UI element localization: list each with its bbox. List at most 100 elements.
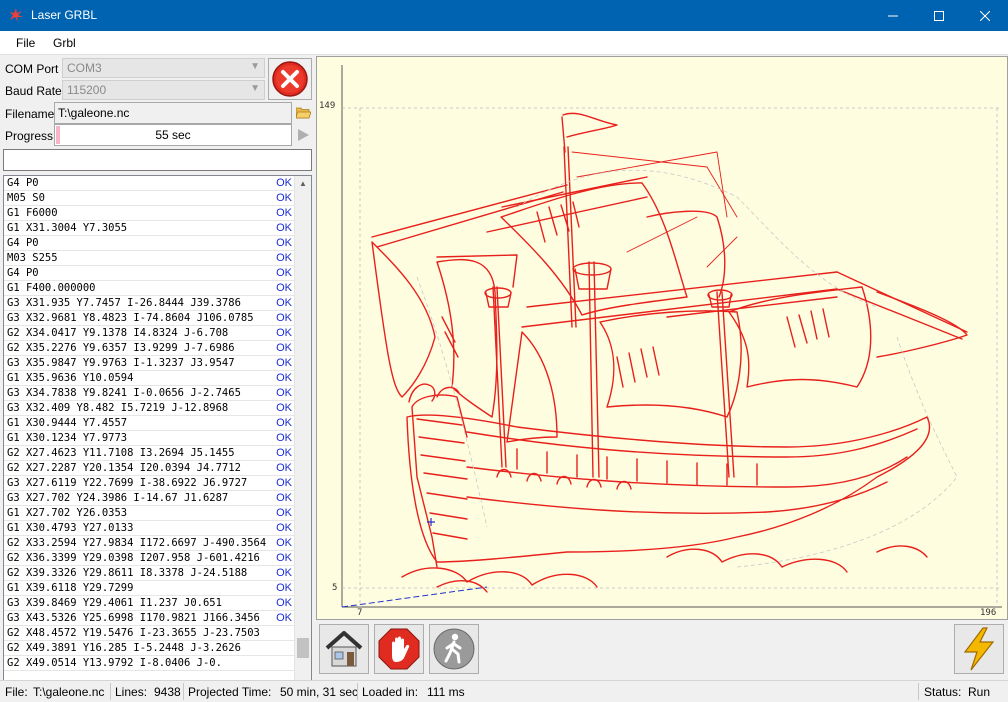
log-command: G3 X32.9681 Y8.4823 I-74.8604 J106.0785 <box>7 312 254 324</box>
log-command: G1 F400.000000 <box>7 282 96 294</box>
log-command: G2 X36.3399 Y29.0398 I207.958 J-601.4216 <box>7 552 260 564</box>
log-row: G1 X31.3004 Y7.3055 OK <box>4 221 294 236</box>
close-icon <box>980 10 990 21</box>
log-row: G2 X49.0514 Y13.9792 I-8.0406 J-0. <box>4 656 294 671</box>
disconnect-button[interactable] <box>268 58 312 100</box>
filename-value: T:\galeone.nc <box>58 106 130 120</box>
log-row: G3 X35.9847 Y9.9763 I-1.3237 J3.9547 OK <box>4 356 294 371</box>
log-scrollbar[interactable]: ▲ ▼ <box>294 176 311 702</box>
log-row: G2 X33.2594 Y27.9834 I172.6697 J-490.356… <box>4 536 294 551</box>
log-status: OK <box>276 297 292 309</box>
log-command: G3 X35.9847 Y9.9763 I-1.3237 J3.9547 <box>7 357 235 369</box>
log-status: OK <box>276 537 292 549</box>
log-status: OK <box>276 237 292 249</box>
stop-button[interactable] <box>374 624 424 674</box>
y-max-label: 149 <box>319 101 336 111</box>
log-row: G3 X31.935 Y7.7457 I-26.8444 J39.3786 OK <box>4 296 294 311</box>
x-max-label: 196 <box>980 608 997 618</box>
log-status: OK <box>276 357 292 369</box>
log-row: M05 S0 OK <box>4 191 294 206</box>
y-min-label: 5 <box>332 583 338 593</box>
log-command: G2 X35.2276 Y9.6357 I3.9299 J-7.6986 <box>7 342 235 354</box>
status-projected-value: 50 min, 31 sec <box>280 685 359 699</box>
log-status: OK <box>276 327 292 339</box>
preview-canvas[interactable]: 149 5 7 196 <box>316 56 1008 620</box>
log-status: OK <box>276 222 292 234</box>
log-status: OK <box>276 282 292 294</box>
log-row: G3 X34.7838 Y9.8241 I-0.0656 J-2.7465 OK <box>4 386 294 401</box>
menu-grbl[interactable]: Grbl <box>53 36 76 50</box>
unlock-button[interactable] <box>429 624 479 674</box>
home-button[interactable] <box>319 624 369 674</box>
status-state-value: Run <box>968 685 991 699</box>
log-command: G4 P0 <box>7 177 39 189</box>
log-status: OK <box>276 312 292 324</box>
log-command: G1 X31.3004 Y7.3055 <box>7 222 128 234</box>
folder-icon[interactable] <box>296 106 311 119</box>
log-command: G2 X27.2287 Y20.1354 I20.0394 J4.7712 <box>7 462 241 474</box>
log-status: OK <box>276 192 292 204</box>
log-status: OK <box>276 342 292 354</box>
log-row: G1 X27.702 Y26.0353 OK <box>4 506 294 521</box>
log-command: G2 X48.4572 Y19.5476 I-23.3655 J-23.7503 <box>7 627 260 639</box>
log-row: G1 X30.4793 Y27.0133 OK <box>4 521 294 536</box>
log-command: G3 X27.6119 Y22.7699 I-38.6922 J6.9727 <box>7 477 248 489</box>
x-min-label: 7 <box>357 608 363 618</box>
log-command: G3 X43.5326 Y25.6998 I170.9821 J166.3456 <box>7 612 260 624</box>
baud-rate-select[interactable]: 115200 ▼ <box>62 80 265 100</box>
log-row: G2 X35.2276 Y9.6357 I3.9299 J-7.6986 OK <box>4 341 294 356</box>
log-row: G1 X35.9636 Y10.0594 OK <box>4 371 294 386</box>
log-row: G3 X43.5326 Y25.6998 I170.9821 J166.3456… <box>4 611 294 626</box>
menu-file[interactable]: File <box>16 36 35 50</box>
close-window-button[interactable] <box>962 0 1008 31</box>
filename-field[interactable]: T:\galeone.nc <box>54 102 292 124</box>
log-command: G3 X27.702 Y24.3986 I-14.67 J1.6287 <box>7 492 229 504</box>
scroll-thumb[interactable] <box>297 638 309 658</box>
log-command: M05 S0 <box>7 192 45 204</box>
maximize-button[interactable] <box>916 0 962 31</box>
log-status: OK <box>276 462 292 474</box>
log-command: G2 X33.2594 Y27.9834 I172.6697 J-490.356… <box>7 537 267 549</box>
log-command: M03 S255 <box>7 252 58 264</box>
play-icon[interactable] <box>296 128 310 142</box>
log-status: OK <box>276 417 292 429</box>
com-port-value: COM3 <box>67 61 102 75</box>
log-row: G3 X32.409 Y8.482 I5.7219 J-12.8968 OK <box>4 401 294 416</box>
lightning-icon <box>963 627 995 671</box>
com-port-select[interactable]: COM3 ▼ <box>62 58 265 78</box>
chevron-down-icon: ▼ <box>250 83 260 94</box>
log-row: G2 X49.3891 Y16.285 I-5.2448 J-3.2626 <box>4 641 294 656</box>
log-status: OK <box>276 387 292 399</box>
log-command: G3 X34.7838 Y9.8241 I-0.0656 J-2.7465 <box>7 387 241 399</box>
action-toolbar <box>316 620 1008 680</box>
menu-bar: File Grbl <box>0 31 1008 55</box>
log-row: G3 X27.702 Y24.3986 I-14.67 J1.6287 OK <box>4 491 294 506</box>
progress-label: Progress <box>5 129 54 143</box>
log-status: OK <box>276 267 292 279</box>
command-log[interactable]: G4 P0 OK M05 S0 OK G1 F6000 OK G1 X31.3004 Y7.… <box>3 175 312 702</box>
log-row: G4 P0 OK <box>4 266 294 281</box>
scroll-up-icon[interactable]: ▲ <box>295 176 311 192</box>
title-bar[interactable]: Laser GRBL <box>0 0 1008 31</box>
log-command: G3 X39.8469 Y29.4061 I1.237 J0.651 <box>7 597 222 609</box>
control-panel: COM Port COM3 ▼ Baud Rate 115200 ▼ Filen… <box>0 56 316 702</box>
minimize-button[interactable] <box>870 0 916 31</box>
status-lines-value: 9438 <box>154 685 181 699</box>
com-port-label: COM Port <box>5 62 59 76</box>
log-row: G3 X27.6119 Y22.7699 I-38.6922 J6.9727 OK <box>4 476 294 491</box>
ship-drawing <box>371 112 968 593</box>
status-file-value: T:\galeone.nc <box>33 685 105 699</box>
log-row: G1 X39.6118 Y29.7299 OK <box>4 581 294 596</box>
log-status: OK <box>276 432 292 444</box>
log-command: G1 X30.9444 Y7.4557 <box>7 417 128 429</box>
log-command: G1 X35.9636 Y10.0594 <box>7 372 134 384</box>
command-input[interactable] <box>3 149 312 171</box>
log-status: OK <box>276 402 292 414</box>
log-row: G4 P0 OK <box>4 176 294 191</box>
status-loaded-value: 111 ms <box>427 685 465 699</box>
log-command: G1 F6000 <box>7 207 58 219</box>
log-command: G3 X31.935 Y7.7457 I-26.8444 J39.3786 <box>7 297 241 309</box>
laser-button[interactable] <box>954 624 1004 674</box>
log-row: G3 X39.8469 Y29.4061 I1.237 J0.651 OK <box>4 596 294 611</box>
log-status: OK <box>276 567 292 579</box>
